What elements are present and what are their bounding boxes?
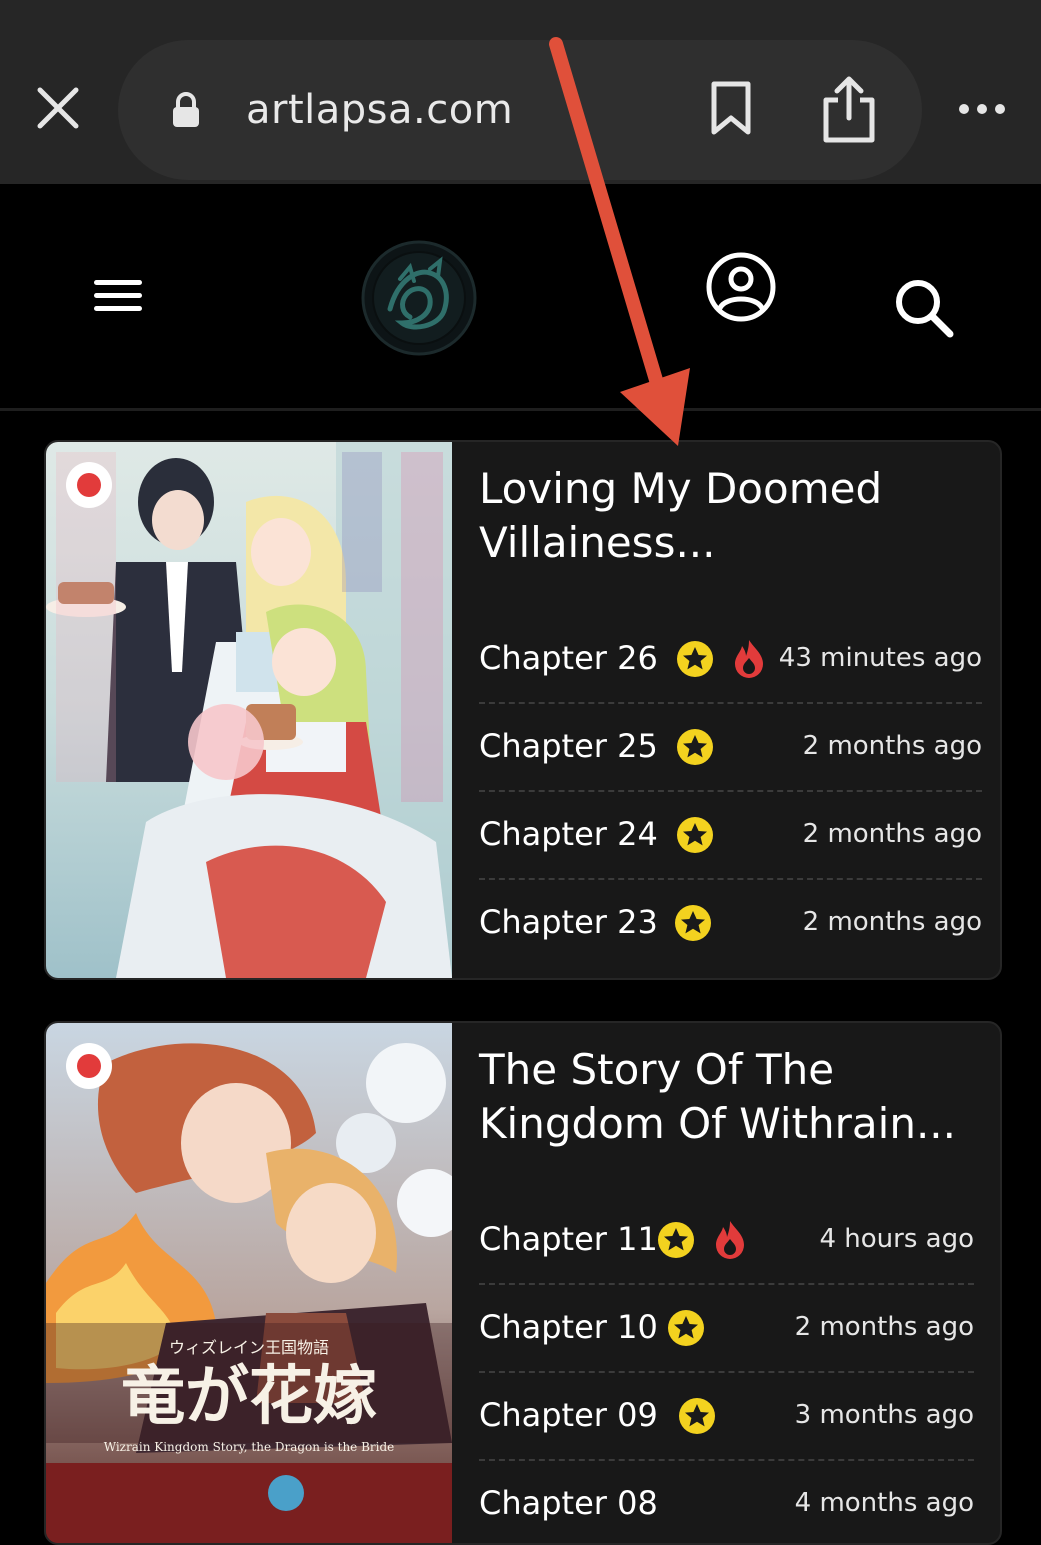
cover-english-art: Wizrain Kingdom Story, the Dragon is the… xyxy=(104,1440,395,1454)
chapter-label[interactable]: Chapter 10 xyxy=(479,1305,658,1349)
fire-icon xyxy=(713,1219,747,1259)
manga-title[interactable]: The Story Of The Kingdom Of Withrain... xyxy=(479,1043,979,1151)
chapter-label[interactable]: Chapter 08 xyxy=(479,1481,658,1525)
chapter-row[interactable]: Chapter 26 43 minutes ago xyxy=(479,616,982,704)
chapter-row[interactable]: Chapter 23 2 months ago xyxy=(479,880,982,966)
hamburger-menu-icon xyxy=(94,280,142,311)
manga-card: Loving My Doomed Villainess... Chapter 2… xyxy=(44,440,1002,980)
star-icon xyxy=(674,904,712,942)
country-flag-icon xyxy=(66,1043,112,1089)
address-bar[interactable] xyxy=(118,40,922,180)
manga-title-line: Kingdom Of Withrain... xyxy=(479,1099,957,1148)
manga-title-line: The Story Of The xyxy=(479,1045,835,1094)
menu-button[interactable] xyxy=(90,274,146,318)
star-icon xyxy=(676,816,714,854)
star-icon xyxy=(676,728,714,766)
chapter-time: 4 months ago xyxy=(794,1488,974,1518)
logo-icon xyxy=(361,240,477,356)
more-options-icon xyxy=(959,104,1005,114)
cover-title-art: 竜が花嫁 xyxy=(121,1359,377,1434)
fire-icon xyxy=(732,638,766,678)
chapter-time: 2 months ago xyxy=(794,1312,974,1342)
chapter-row[interactable]: Chapter 08 4 months ago xyxy=(479,1461,974,1543)
chapter-time: 2 months ago xyxy=(802,907,982,937)
chapter-list: Chapter 26 43 minutes ago Chapter 25 2 m… xyxy=(479,616,982,966)
country-flag-icon xyxy=(66,462,112,508)
star-icon xyxy=(667,1309,705,1347)
browser-toolbar: artlapsa.com xyxy=(0,0,1041,184)
chapter-row[interactable]: Chapter 11 4 hours ago xyxy=(479,1197,974,1285)
star-icon xyxy=(678,1397,716,1435)
chapter-label[interactable]: Chapter 26 xyxy=(479,636,658,680)
manga-title[interactable]: Loving My Doomed Villainess... xyxy=(479,462,979,570)
share-button[interactable] xyxy=(818,74,880,144)
search-icon xyxy=(896,280,954,338)
manga-info: Loving My Doomed Villainess... Chapter 2… xyxy=(452,442,1000,978)
site-header xyxy=(0,184,1041,411)
chapter-row[interactable]: Chapter 24 2 months ago xyxy=(479,792,982,880)
chapter-time: 4 hours ago xyxy=(819,1224,974,1254)
manga-info: The Story Of The Kingdom Of Withrain... … xyxy=(452,1023,1000,1543)
manga-card: 竜が花嫁 ウィズレイン王国物語 Wizrain Kingdom Story, t… xyxy=(44,1021,1002,1545)
manga-cover[interactable] xyxy=(46,442,452,978)
manga-cover[interactable]: 竜が花嫁 ウィズレイン王国物語 Wizrain Kingdom Story, t… xyxy=(46,1023,452,1543)
bookmark-button[interactable] xyxy=(706,80,756,138)
lock-icon xyxy=(170,92,202,128)
chapter-label[interactable]: Chapter 24 xyxy=(479,812,658,856)
star-icon xyxy=(676,640,714,678)
chapter-row[interactable]: Chapter 10 2 months ago xyxy=(479,1285,974,1373)
chapter-list: Chapter 11 4 hours ago Chapter 10 2 mont… xyxy=(479,1197,974,1543)
close-icon xyxy=(37,87,79,129)
manga-title-line: Villainess... xyxy=(479,518,716,567)
chapter-label[interactable]: Chapter 09 xyxy=(479,1393,658,1437)
close-button[interactable] xyxy=(30,80,86,136)
user-account-icon xyxy=(706,252,776,322)
search-button[interactable] xyxy=(892,276,956,340)
chapter-label[interactable]: Chapter 25 xyxy=(479,724,658,768)
chapter-row[interactable]: Chapter 09 3 months ago xyxy=(479,1373,974,1461)
share-icon xyxy=(823,76,875,143)
bookmark-icon xyxy=(711,81,751,135)
chapter-label[interactable]: Chapter 11 xyxy=(479,1217,658,1261)
more-options-button[interactable] xyxy=(954,94,1010,124)
account-button[interactable] xyxy=(704,250,778,324)
chapter-time: 43 minutes ago xyxy=(778,643,982,673)
cover-illustration xyxy=(46,442,452,978)
cover-illustration: 竜が花嫁 ウィズレイン王国物語 Wizrain Kingdom Story, t… xyxy=(46,1023,452,1543)
url-text[interactable]: artlapsa.com xyxy=(246,82,513,138)
chapter-time: 2 months ago xyxy=(802,819,982,849)
site-logo[interactable] xyxy=(360,239,478,357)
chapter-row[interactable]: Chapter 25 2 months ago xyxy=(479,704,982,792)
chapter-label[interactable]: Chapter 23 xyxy=(479,900,658,944)
chapter-time: 3 months ago xyxy=(794,1400,974,1430)
manga-title-line: Loving My Doomed xyxy=(479,464,883,513)
cover-subtitle-art: ウィズレイン王国物語 xyxy=(169,1338,329,1357)
chapter-time: 2 months ago xyxy=(802,731,982,761)
star-icon xyxy=(657,1221,695,1259)
